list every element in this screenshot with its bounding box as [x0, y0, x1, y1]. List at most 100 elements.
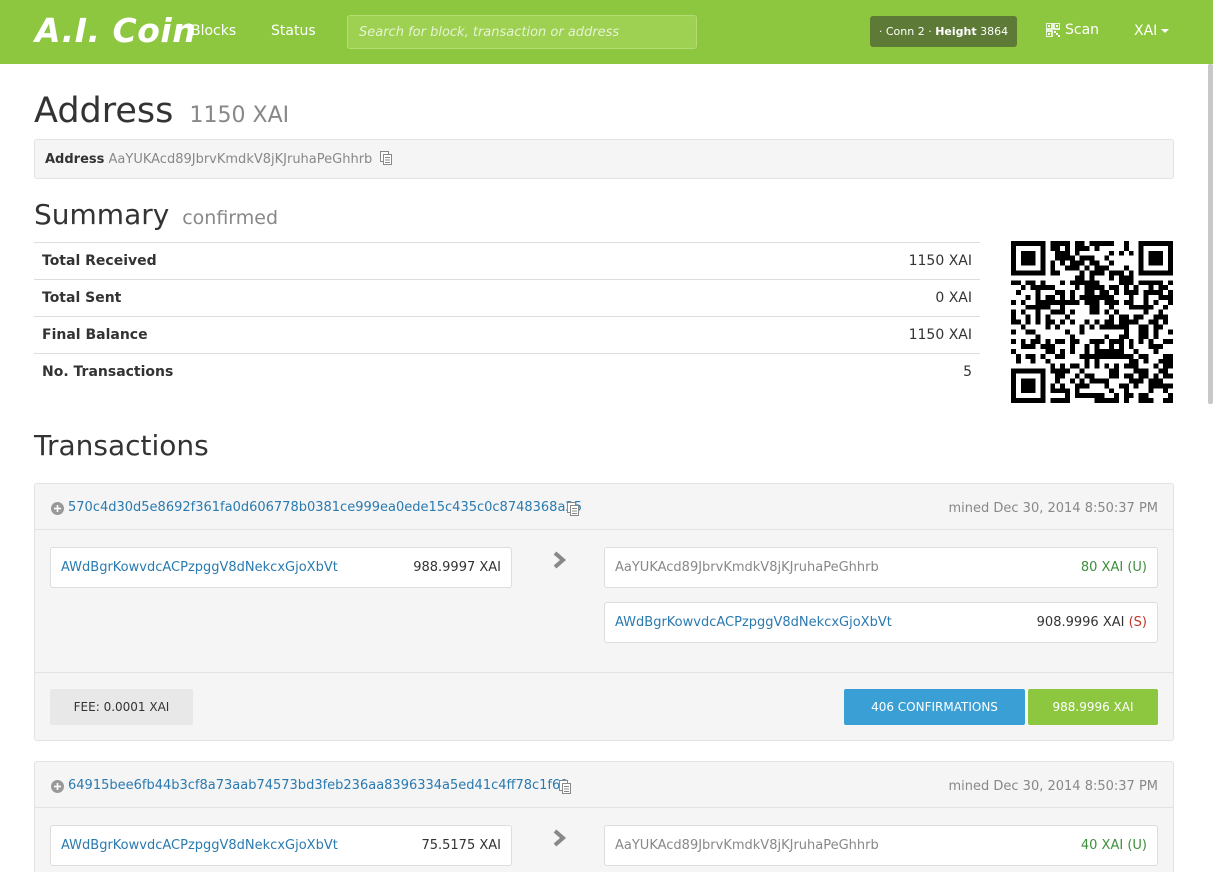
qr-module: [1114, 368, 1119, 374]
qr-module: [1128, 339, 1134, 345]
qr-module: [1025, 383, 1031, 389]
qr-module: [1050, 245, 1056, 251]
qr-module: [1084, 353, 1090, 359]
qr-module: [1084, 363, 1090, 369]
qr-module: [1128, 319, 1134, 325]
qr-module: [1040, 299, 1046, 305]
qr-module: [1138, 353, 1144, 359]
summary-label: Total Sent: [34, 279, 649, 317]
qr-module: [1168, 245, 1173, 251]
transaction-input: AWdBgrKowvdcACPzpggV8dNekcxGjoXbVt 988.9…: [50, 547, 512, 588]
nav-status[interactable]: Status: [271, 23, 316, 39]
qr-module: [1045, 304, 1051, 310]
qr-module: [1011, 393, 1016, 399]
qr-module: [1055, 388, 1061, 394]
qr-module: [1060, 368, 1065, 374]
qr-module: [1025, 329, 1031, 335]
qr-module: [1123, 241, 1129, 246]
qr-module: [1094, 245, 1100, 251]
qr-module: [1128, 353, 1134, 359]
qr-module: [1138, 280, 1144, 286]
input-address-link[interactable]: AWdBgrKowvdcACPzpggV8dNekcxGjoXbVt: [61, 560, 338, 575]
qr-module: [1025, 255, 1031, 261]
qr-module: [1020, 250, 1026, 256]
transaction-footer: FEE: 0.0001 XAI 406 CONFIRMATIONS 988.99…: [35, 672, 1173, 741]
expand-plus-icon[interactable]: [51, 780, 64, 793]
qr-module: [1168, 363, 1173, 369]
qr-module: [1055, 270, 1061, 276]
qr-module: [1114, 349, 1119, 354]
qr-module: [1040, 353, 1046, 359]
scan-button[interactable]: Scan: [1046, 22, 1099, 38]
qr-module: [1094, 319, 1100, 325]
copy-icon[interactable]: [567, 502, 579, 516]
conn-value: 2: [917, 25, 925, 38]
summary-label: Total Received: [34, 242, 649, 280]
search-input[interactable]: [347, 15, 697, 49]
confirmations-button[interactable]: 406 CONFIRMATIONS: [844, 689, 1025, 725]
qr-module: [1163, 285, 1169, 291]
input-address-link[interactable]: AWdBgrKowvdcACPzpggV8dNekcxGjoXbVt: [61, 838, 338, 853]
qr-module: [1153, 344, 1159, 349]
qrcode-icon: [1046, 23, 1060, 37]
qr-module: [1045, 299, 1051, 305]
qr-module: [1020, 378, 1026, 384]
qr-module: [1163, 314, 1169, 320]
qr-module: [1128, 373, 1134, 379]
qr-module: [1109, 373, 1115, 379]
address-value: AaYUKAcd89JbrvKmdkV8jKJruhaPeGhhrb: [108, 152, 373, 167]
qr-module: [1011, 241, 1016, 246]
qr-module: [1158, 368, 1164, 374]
qr-module: [1148, 304, 1154, 310]
qr-module: [1123, 265, 1129, 271]
qr-module: [1153, 241, 1159, 246]
qr-module: [1163, 363, 1169, 369]
qr-module: [1065, 314, 1070, 320]
currency-dropdown[interactable]: XAI: [1134, 23, 1170, 39]
qr-module: [1089, 324, 1095, 330]
qr-module: [1030, 304, 1036, 310]
total-amount-button[interactable]: 988.9996 XAI: [1028, 689, 1158, 725]
qr-module: [1050, 285, 1056, 291]
qr-module: [1074, 241, 1080, 246]
transaction-hash-link[interactable]: 570c4d30d5e8692f361fa0d606778b0381ce999e…: [68, 500, 582, 515]
transaction-time: mined Dec 30, 2014 8:50:37 PM: [948, 779, 1158, 794]
brand-logo[interactable]: A.I. Coin: [35, 11, 196, 50]
qr-module: [1153, 329, 1159, 335]
qr-module: [1114, 299, 1119, 305]
transaction-card: 64915bee6fb44b3cf8a73aab74573bd3feb236aa…: [34, 761, 1174, 872]
qr-module: [1114, 309, 1119, 315]
chevron-right-icon: [553, 551, 567, 569]
nav-blocks[interactable]: Blocks: [191, 23, 236, 39]
qr-module: [1079, 270, 1085, 276]
output-address: AaYUKAcd89JbrvKmdkV8jKJruhaPeGhhrb: [615, 560, 879, 575]
qr-module: [1163, 319, 1169, 325]
qr-module: [1084, 245, 1090, 251]
qr-module: [1020, 255, 1026, 261]
qr-module: [1128, 299, 1134, 305]
qr-module: [1114, 398, 1119, 403]
qr-module: [1123, 290, 1129, 295]
qr-module: [1065, 388, 1070, 394]
output-address-link[interactable]: AWdBgrKowvdcACPzpggV8dNekcxGjoXbVt: [615, 615, 892, 630]
qr-module: [1060, 260, 1065, 266]
transaction-output: AaYUKAcd89JbrvKmdkV8jKJruhaPeGhhrb 80 XA…: [604, 547, 1158, 588]
qr-module: [1138, 324, 1144, 330]
qr-module: [1055, 290, 1061, 295]
expand-plus-icon[interactable]: [51, 502, 64, 515]
qr-module: [1133, 363, 1139, 369]
scrollbar[interactable]: [1208, 64, 1213, 404]
output-address: AaYUKAcd89JbrvKmdkV8jKJruhaPeGhhrb: [615, 838, 879, 853]
qr-module: [1094, 270, 1100, 276]
copy-icon[interactable]: [559, 780, 571, 794]
copy-icon[interactable]: [380, 151, 393, 165]
input-amount: 988.9997 XAI: [413, 560, 501, 575]
qr-module: [1025, 241, 1031, 246]
transaction-hash-link[interactable]: 64915bee6fb44b3cf8a73aab74573bd3feb236aa…: [68, 778, 569, 793]
qr-module: [1055, 245, 1061, 251]
qr-module: [1050, 368, 1056, 374]
qr-module: [1153, 299, 1159, 305]
qr-module: [1128, 393, 1134, 399]
qr-module: [1133, 368, 1139, 374]
qr-module: [1104, 295, 1110, 300]
